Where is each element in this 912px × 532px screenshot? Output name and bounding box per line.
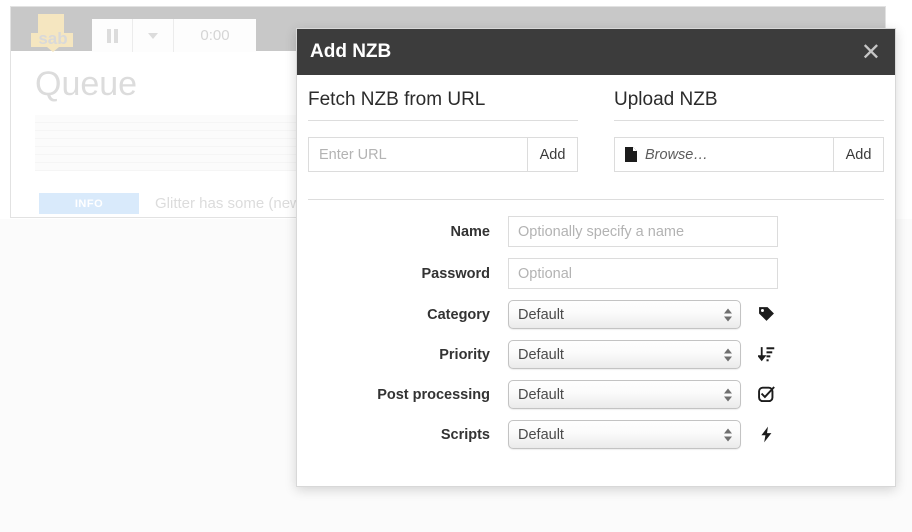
notification-bar: INFO Glitter has some (new) fea [39, 193, 331, 214]
select-stepper-icon [724, 428, 732, 441]
file-icon [625, 147, 637, 162]
scripts-select[interactable]: Default [508, 420, 741, 449]
select-stepper-icon [724, 348, 732, 361]
page-title: Queue [35, 65, 138, 103]
pause-button[interactable] [92, 19, 133, 52]
upload-nzb-section: Upload NZB Browse… Add [596, 89, 884, 172]
logo-text: sab [38, 29, 68, 48]
name-input[interactable] [508, 216, 778, 247]
password-input[interactable] [508, 258, 778, 289]
select-value[interactable]: Default [508, 300, 741, 329]
section-divider [308, 199, 884, 200]
nzb-options-form: Name Password Category Default Priority Defau… [308, 216, 884, 449]
fetch-add-button[interactable]: Add [527, 137, 578, 172]
form-row: Category Default [308, 300, 884, 329]
modal-header: Add NZB ✕ [297, 29, 895, 75]
fetch-url-group: Add [308, 137, 578, 172]
fetch-section-heading: Fetch NZB from URL [308, 89, 578, 121]
select-value[interactable]: Default [508, 340, 741, 369]
check-circle-icon [757, 385, 775, 405]
pause-options-dropdown[interactable] [133, 19, 174, 52]
form-label: Post processing [377, 386, 490, 403]
form-row: Post processing Default [308, 380, 884, 409]
form-label: Category [427, 306, 490, 323]
post-processing-select[interactable]: Default [508, 380, 741, 409]
category-select[interactable]: Default [508, 300, 741, 329]
status-badge: INFO [39, 193, 139, 214]
upload-add-button[interactable]: Add [833, 137, 884, 172]
select-stepper-icon [724, 388, 732, 401]
bolt-icon [757, 425, 775, 445]
sort-amount-down-icon [757, 345, 775, 365]
pause-timer: 0:00 [200, 27, 230, 44]
sabnzbd-logo[interactable]: sab [29, 12, 77, 52]
form-row: Name [308, 216, 884, 247]
form-label: Priority [439, 346, 490, 363]
priority-select[interactable]: Default [508, 340, 741, 369]
url-input[interactable] [319, 146, 517, 163]
modal-title: Add NZB [310, 41, 392, 62]
browse-file-button[interactable]: Browse… [625, 147, 708, 163]
form-row: Scripts Default [308, 420, 884, 449]
form-row: Password [308, 258, 884, 289]
url-input-wrap [308, 137, 527, 172]
modal-body: Fetch NZB from URL Add Upload NZB [297, 75, 895, 486]
browse-label-text: Browse… [645, 146, 708, 163]
close-icon[interactable]: ✕ [861, 40, 881, 64]
modal-top-sections: Fetch NZB from URL Add Upload NZB [308, 75, 884, 172]
add-nzb-modal: Add NZB ✕ Fetch NZB from URL Add Upload … [296, 28, 896, 487]
upload-file-group: Browse… Add [614, 137, 884, 172]
file-input-wrap[interactable]: Browse… [614, 137, 833, 172]
fetch-nzb-section: Fetch NZB from URL Add [308, 89, 596, 172]
form-label: Password [421, 265, 491, 282]
pause-icon [106, 28, 118, 43]
select-stepper-icon [724, 308, 732, 321]
form-label: Scripts [440, 426, 490, 443]
caret-down-icon [148, 32, 158, 39]
select-value[interactable]: Default [508, 420, 741, 449]
transfer-controls: 0:00 [92, 19, 256, 52]
tag-icon [757, 305, 775, 325]
upload-section-heading: Upload NZB [614, 89, 884, 121]
form-label: Name [450, 223, 491, 240]
form-row: Priority Default [308, 340, 884, 369]
select-value[interactable]: Default [508, 380, 741, 409]
